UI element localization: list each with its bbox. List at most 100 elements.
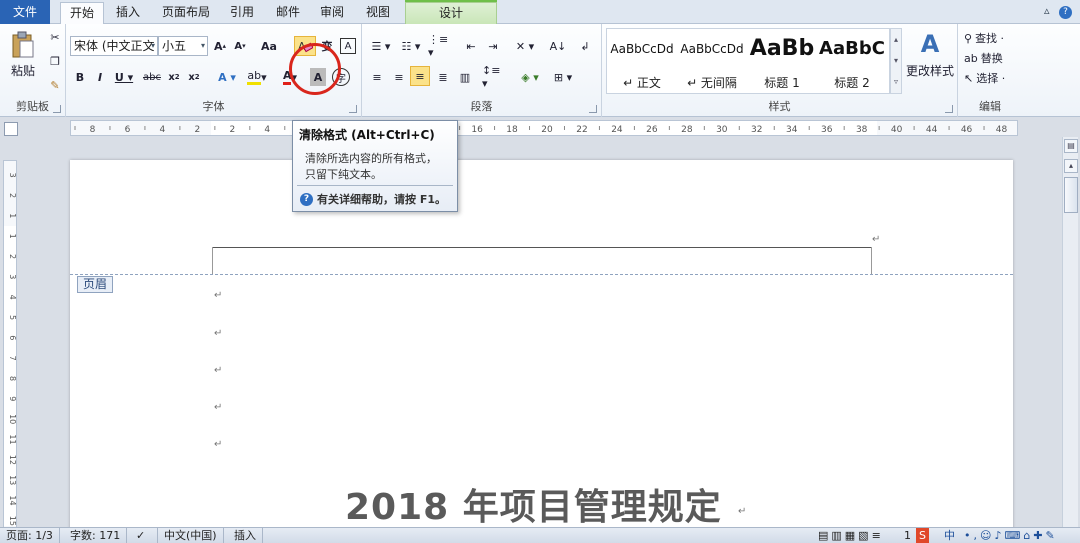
multilevel-list-icon[interactable]: ⋮≡ ▾ — [428, 33, 454, 59]
help-icon[interactable]: ? — [1059, 6, 1072, 19]
paragraph-launcher-icon[interactable] — [589, 105, 597, 113]
ruler-tick-label: 1 — [8, 213, 16, 218]
paragraph-mark: ↵ — [738, 506, 747, 517]
find-label: 查找 · — [975, 32, 1005, 45]
ribbon: 粘贴 ✂ ❐ ✎ 剪贴板 宋体 (中文正文 ▾ 小五 ▾ A ▴ A ▾ Aa A 变 … — [0, 24, 1080, 117]
line-spacing-icon[interactable]: ↕≡ ▾ — [482, 64, 508, 90]
cut-icon[interactable]: ✂ — [48, 30, 62, 44]
horizontal-ruler[interactable]: 8642246810121416182022242628303234363840… — [70, 120, 1018, 136]
character-border-icon[interactable]: A — [340, 38, 356, 54]
select-button[interactable]: ↖ 选择 · — [964, 70, 1020, 86]
vertical-ruler[interactable]: 321123456789101112131415 — [3, 160, 17, 530]
tab-file[interactable]: 文件 — [0, 0, 50, 24]
language[interactable]: 中文(中国) — [158, 528, 224, 543]
view-buttons[interactable]: ▤▥▦▧≡ — [812, 528, 890, 543]
font-launcher-icon[interactable] — [349, 105, 357, 113]
document-page[interactable] — [70, 160, 1013, 530]
subscript-icon[interactable]: x2 — [166, 68, 182, 86]
find-button[interactable]: ⚲ 查找 · — [964, 30, 1020, 46]
ime-toolbar-icon[interactable]: •,☺♪⌨⌂✚✎ — [958, 528, 1064, 543]
numbering-icon[interactable]: ☷ ▾ — [398, 38, 424, 54]
clipboard-group: 粘贴 ✂ ❐ ✎ 剪贴板 — [0, 24, 66, 117]
paste-button[interactable]: 粘贴 — [6, 62, 40, 78]
italic-icon[interactable]: I — [92, 68, 108, 86]
tooltip-help-text: 有关详细帮助，请按 F1。 — [317, 193, 446, 206]
bullets-icon[interactable]: ☰ ▾ — [368, 38, 394, 54]
ruler-tick-label: 4 — [160, 125, 166, 135]
copy-icon[interactable]: ❐ — [48, 54, 62, 68]
tab-review[interactable]: 审阅 — [314, 2, 350, 24]
style-sample: AaBbCcDd — [610, 42, 674, 56]
grow-font-icon[interactable]: A ▴ — [212, 38, 228, 54]
ruler-tick-label: 48 — [996, 125, 1008, 135]
justify-icon[interactable]: ≣ — [434, 68, 452, 86]
tab-insert[interactable]: 插入 — [108, 2, 148, 24]
vertical-scrollbar[interactable]: ▤ ▴ — [1062, 137, 1078, 527]
tab-mailings[interactable]: 邮件 — [270, 2, 306, 24]
tab-home[interactable]: 开始 — [60, 2, 104, 25]
tooltip-help: ? 有关详细帮助，请按 F1。 — [300, 191, 446, 207]
shrink-font-icon[interactable]: A ▾ — [232, 38, 248, 54]
paste-icon[interactable] — [8, 30, 38, 60]
replace-label: 替换 — [980, 52, 1003, 65]
proofing-icon[interactable]: ✓ — [130, 528, 158, 543]
ruler-tick-label: 44 — [926, 125, 938, 135]
style-name: ↵ 无间隔 — [687, 76, 737, 90]
font-size-select[interactable]: 小五 ▾ — [158, 36, 208, 56]
scroll-thumb[interactable] — [1064, 177, 1078, 213]
align-center-icon[interactable]: ≡ — [390, 68, 408, 86]
tab-page-layout[interactable]: 页面布局 — [156, 2, 216, 24]
chinese-layout-icon[interactable]: ✕ ▾ — [512, 38, 538, 54]
gallery-scroll[interactable]: ▴ ▾ ▿ — [890, 28, 902, 94]
style-heading-2[interactable]: AaBbC 标题 2 — [818, 32, 886, 94]
insert-mode[interactable]: 插入 — [228, 528, 263, 543]
ime-logo-icon[interactable]: S — [916, 528, 929, 543]
clipboard-launcher-icon[interactable] — [53, 105, 61, 113]
ruler-tick-label: 2 — [195, 125, 201, 135]
align-right-icon[interactable]: ≡ — [410, 66, 430, 86]
superscript-icon[interactable]: x2 — [186, 68, 202, 86]
ruler-tick-label: 7 — [8, 356, 16, 361]
increase-indent-icon[interactable]: ⇥ — [484, 38, 502, 54]
word-count[interactable]: 字数: 171 — [64, 528, 128, 543]
page-count[interactable]: 页面: 1/3 — [0, 528, 60, 543]
header-boundary — [70, 274, 1013, 275]
tab-design[interactable]: 设计 — [405, 2, 497, 24]
shading-icon[interactable]: ◈ ▾ — [516, 68, 544, 86]
ruler-tick-label: 18 — [506, 125, 518, 135]
minimize-ribbon-icon[interactable]: ▵ — [1044, 4, 1050, 17]
sort-icon[interactable]: A↓ — [548, 38, 568, 54]
paragraph-group-label: 段落 — [470, 100, 493, 113]
ruler-tick-label: 4 — [264, 125, 270, 135]
change-styles-icon[interactable]: A — [908, 30, 952, 58]
styles-launcher-icon[interactable] — [945, 105, 953, 113]
borders-icon[interactable]: ⊞ ▾ — [550, 68, 576, 86]
text-effects-icon[interactable]: A ▾ — [216, 68, 238, 86]
style-normal[interactable]: AaBbCcDd ↵ 正文 — [608, 32, 676, 94]
strikethrough-icon[interactable]: abc — [142, 68, 162, 86]
style-no-spacing[interactable]: AaBbCcDd ↵ 无间隔 — [678, 32, 746, 94]
font-size-value: 小五 — [162, 39, 187, 53]
binoculars-icon: ⚲ — [964, 31, 973, 45]
highlight-color-icon[interactable]: ab ▾ — [246, 68, 268, 86]
decrease-indent-icon[interactable]: ⇤ — [462, 38, 480, 54]
tab-view[interactable]: 视图 — [360, 2, 396, 24]
ruler-ticks: 8642246810121416182022242628303234363840… — [74, 125, 1008, 135]
tab-selector-icon[interactable] — [4, 122, 18, 136]
underline-icon[interactable]: U ▾ — [114, 68, 134, 86]
replace-button[interactable]: ab 替换 — [964, 50, 1020, 66]
font-name-select[interactable]: 宋体 (中文正文 ▾ — [70, 36, 158, 56]
change-case-icon[interactable]: Aa — [260, 38, 278, 54]
bold-icon[interactable]: B — [72, 68, 88, 86]
ruler-toggle-icon[interactable]: ▤ — [1064, 139, 1078, 153]
tab-references[interactable]: 引用 — [224, 2, 260, 24]
distributed-icon[interactable]: ▥ — [456, 68, 474, 86]
style-heading-1[interactable]: AaBb 标题 1 — [748, 32, 816, 94]
change-styles-button[interactable]: 更改样式 — [902, 62, 958, 78]
format-painter-icon[interactable]: ✎ — [48, 78, 62, 92]
align-left-icon[interactable]: ≡ — [368, 68, 386, 86]
editing-group-label: 编辑 — [979, 100, 1001, 113]
ruler-tick-label: 24 — [611, 125, 623, 135]
show-marks-icon[interactable]: ↲ — [576, 38, 594, 54]
scroll-up-icon[interactable]: ▴ — [1064, 159, 1078, 173]
